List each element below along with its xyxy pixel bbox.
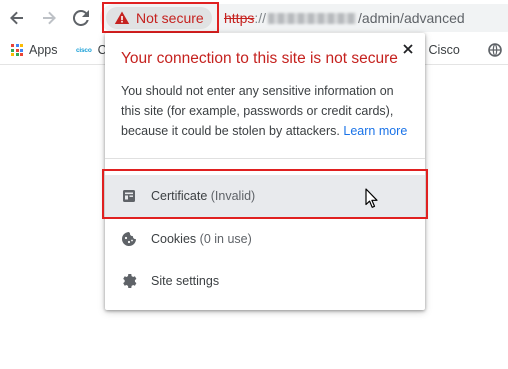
reload-icon[interactable] [69, 6, 93, 30]
security-chip[interactable]: Not secure [106, 7, 212, 29]
certificate-label-group: Certificate (Invalid) [151, 189, 255, 203]
url-text[interactable]: https:// /admin/advanced [224, 10, 465, 26]
cisco-logo-icon: cisco [76, 46, 92, 54]
url-scheme: https [224, 10, 255, 26]
cookies-status: (0 in use) [199, 232, 252, 246]
back-arrow-icon[interactable] [5, 6, 29, 30]
url-separator: :// [254, 10, 267, 26]
warning-triangle-icon [114, 10, 130, 26]
cookie-icon [121, 231, 137, 247]
security-chip-label: Not secure [136, 10, 204, 26]
site-info-popup: Your connection to this site is not secu… [105, 33, 425, 310]
browser-toolbar: Not secure https:// /admin/advanced [0, 0, 508, 36]
url-path: /admin/advanced [358, 10, 465, 26]
certificate-status: (Invalid) [210, 189, 256, 203]
bookmark-apps-label: Apps [29, 43, 58, 57]
popup-title: Your connection to this site is not secu… [121, 50, 398, 67]
forward-arrow-icon[interactable] [37, 6, 61, 30]
certificate-label: Certificate [151, 189, 208, 203]
site-settings-row[interactable]: Site settings [105, 260, 425, 302]
bookmark-cisco[interactable]: cisco C [76, 41, 107, 59]
globe-icon[interactable] [488, 41, 502, 59]
cookies-row[interactable]: Cookies (0 in use) [105, 218, 425, 260]
gear-icon [121, 273, 137, 289]
url-host-redacted [268, 13, 357, 24]
close-icon[interactable] [400, 41, 416, 57]
cookies-label-group: Cookies (0 in use) [151, 232, 252, 246]
learn-more-link[interactable]: Learn more [343, 124, 407, 138]
bookmark-apps[interactable]: Apps [11, 41, 58, 59]
certificate-icon [121, 188, 137, 204]
popup-description: You should not enter any sensitive infor… [121, 81, 411, 141]
site-settings-label: Site settings [151, 274, 220, 288]
popup-divider [105, 158, 425, 159]
cookies-label: Cookies [151, 232, 197, 246]
apps-grid-icon [11, 44, 23, 56]
mouse-pointer-icon [365, 188, 379, 209]
